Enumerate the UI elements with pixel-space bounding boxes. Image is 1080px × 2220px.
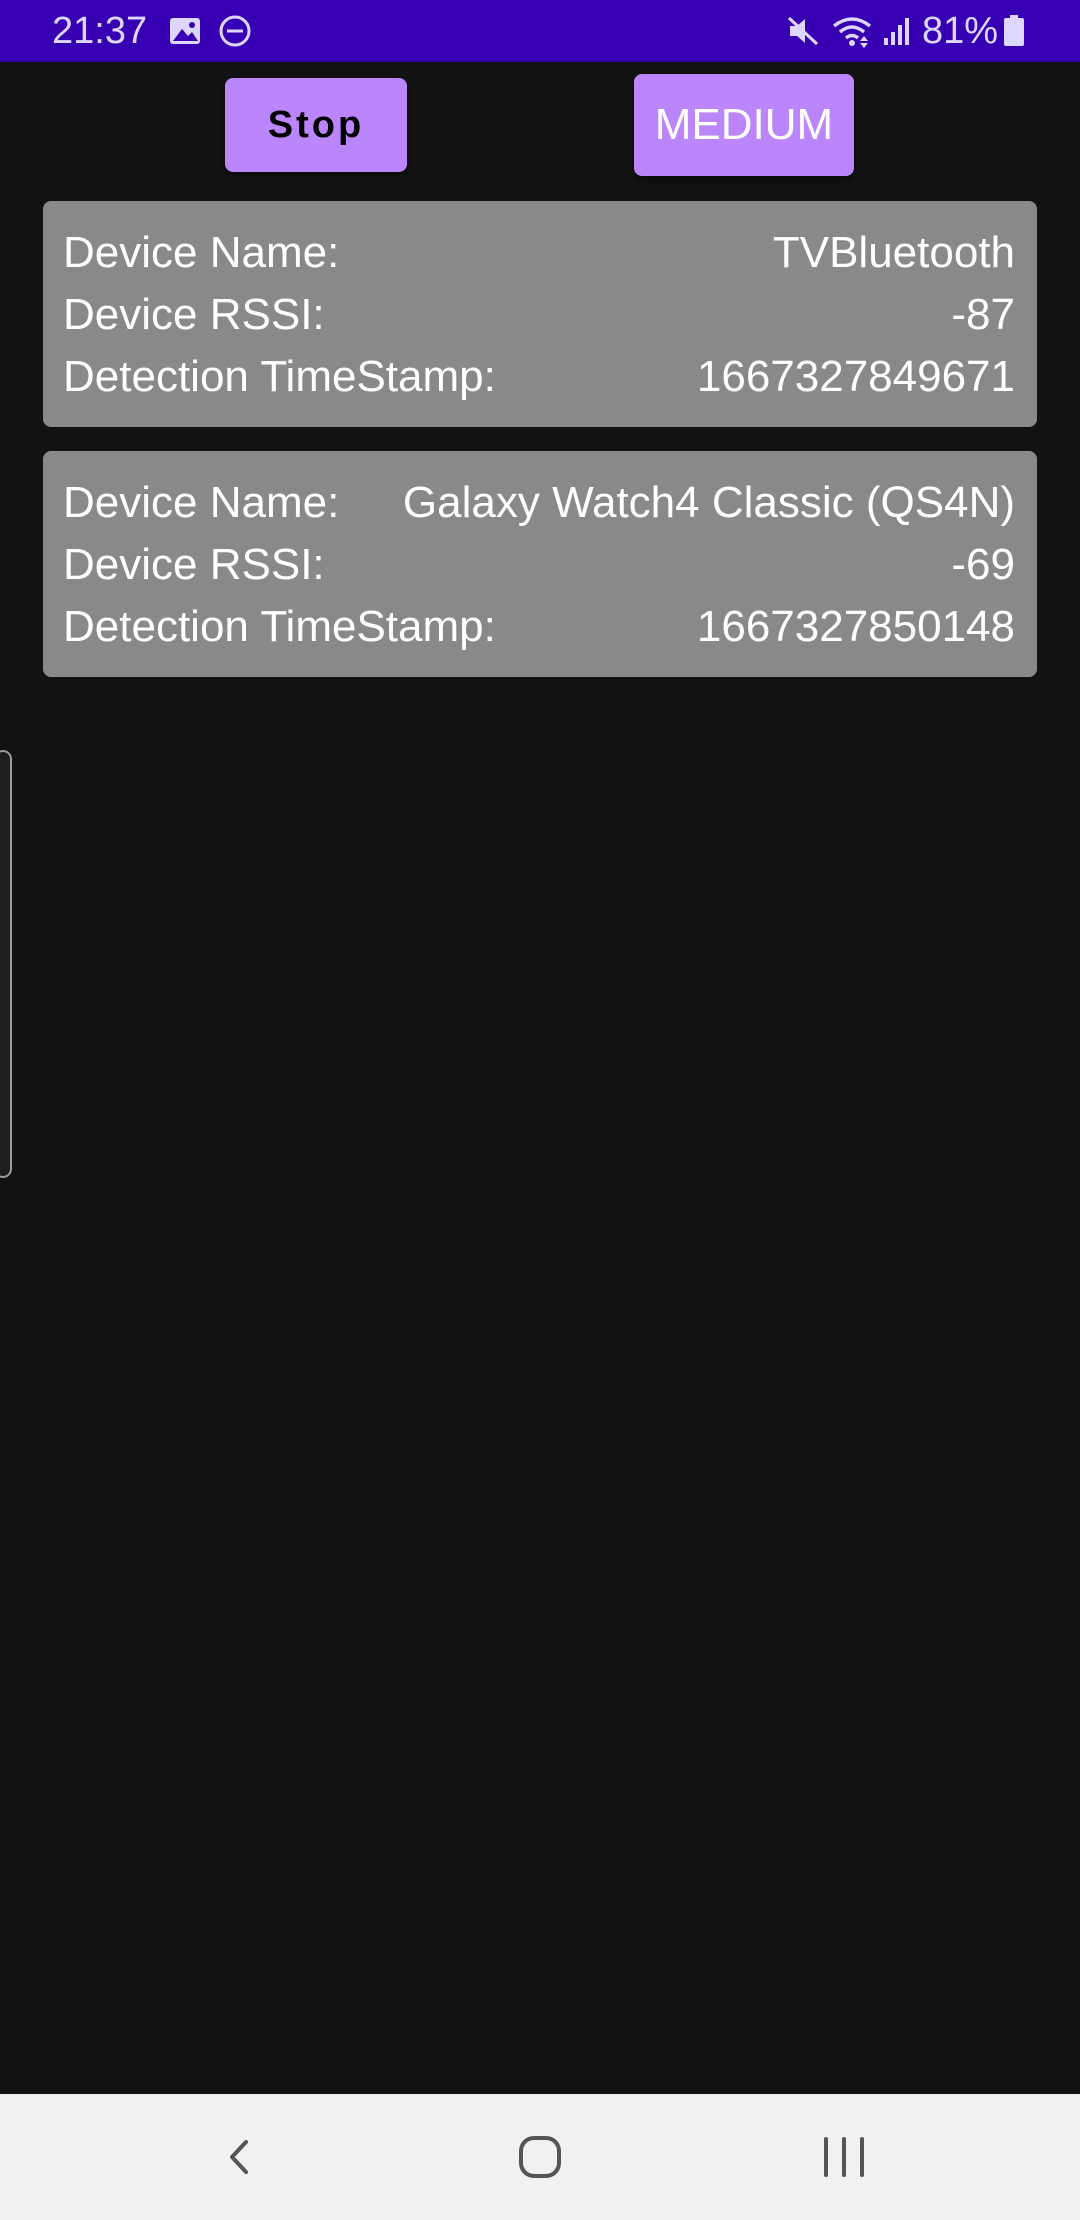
back-icon bbox=[230, 2140, 248, 2174]
device-name-row: Device Name: Galaxy Watch4 Classic (QS4N… bbox=[63, 475, 1015, 531]
device-name-row: Device Name: TVBluetooth bbox=[63, 225, 1015, 281]
device-rssi-label: Device RSSI: bbox=[63, 540, 325, 589]
device-rssi-value: -87 bbox=[951, 290, 1015, 339]
device-card: Device Name: TVBluetooth Device RSSI: -8… bbox=[43, 201, 1037, 427]
device-rssi-row: Device RSSI: -87 bbox=[63, 287, 1015, 343]
stop-button[interactable]: Stop bbox=[225, 78, 407, 172]
device-rssi-value: -69 bbox=[951, 540, 1015, 589]
battery-icon bbox=[1002, 14, 1026, 48]
recents-button[interactable] bbox=[809, 2122, 879, 2192]
image-icon bbox=[168, 14, 202, 48]
edge-panel-handle[interactable] bbox=[0, 750, 12, 1178]
do-not-disturb-icon bbox=[218, 14, 252, 48]
mute-icon bbox=[786, 14, 820, 48]
back-button[interactable] bbox=[204, 2122, 274, 2192]
recents-icon bbox=[824, 2137, 864, 2177]
device-name-label: Device Name: bbox=[63, 478, 340, 527]
device-card: Device Name: Galaxy Watch4 Classic (QS4N… bbox=[43, 451, 1037, 677]
wifi-icon bbox=[830, 14, 874, 48]
device-name-label: Device Name: bbox=[63, 228, 340, 277]
signal-icon bbox=[880, 14, 914, 48]
mode-button[interactable]: MEDIUM bbox=[634, 74, 854, 176]
detection-timestamp-row: Detection TimeStamp: 1667327849671 bbox=[63, 349, 1015, 405]
device-name-value: TVBluetooth bbox=[772, 228, 1015, 277]
device-rssi-row: Device RSSI: -69 bbox=[63, 537, 1015, 593]
detection-timestamp-row: Detection TimeStamp: 1667327850148 bbox=[63, 599, 1015, 655]
detection-timestamp-label: Detection TimeStamp: bbox=[63, 602, 496, 651]
battery-level: 81% bbox=[922, 10, 999, 52]
status-time: 21:37 bbox=[52, 10, 148, 52]
screen: 21:37 81% Stop MEDIUM Device Name: TVBlu… bbox=[0, 0, 1080, 2220]
device-name-value: Galaxy Watch4 Classic (QS4N) bbox=[402, 478, 1015, 527]
navigation-bar bbox=[0, 2094, 1080, 2220]
device-rssi-label: Device RSSI: bbox=[63, 290, 325, 339]
home-icon bbox=[519, 2136, 561, 2178]
status-bar: 21:37 81% bbox=[0, 0, 1080, 62]
home-button[interactable] bbox=[505, 2122, 575, 2192]
detection-timestamp-value: 1667327849671 bbox=[696, 352, 1015, 401]
detection-timestamp-label: Detection TimeStamp: bbox=[63, 352, 496, 401]
detection-timestamp-value: 1667327850148 bbox=[696, 602, 1015, 651]
